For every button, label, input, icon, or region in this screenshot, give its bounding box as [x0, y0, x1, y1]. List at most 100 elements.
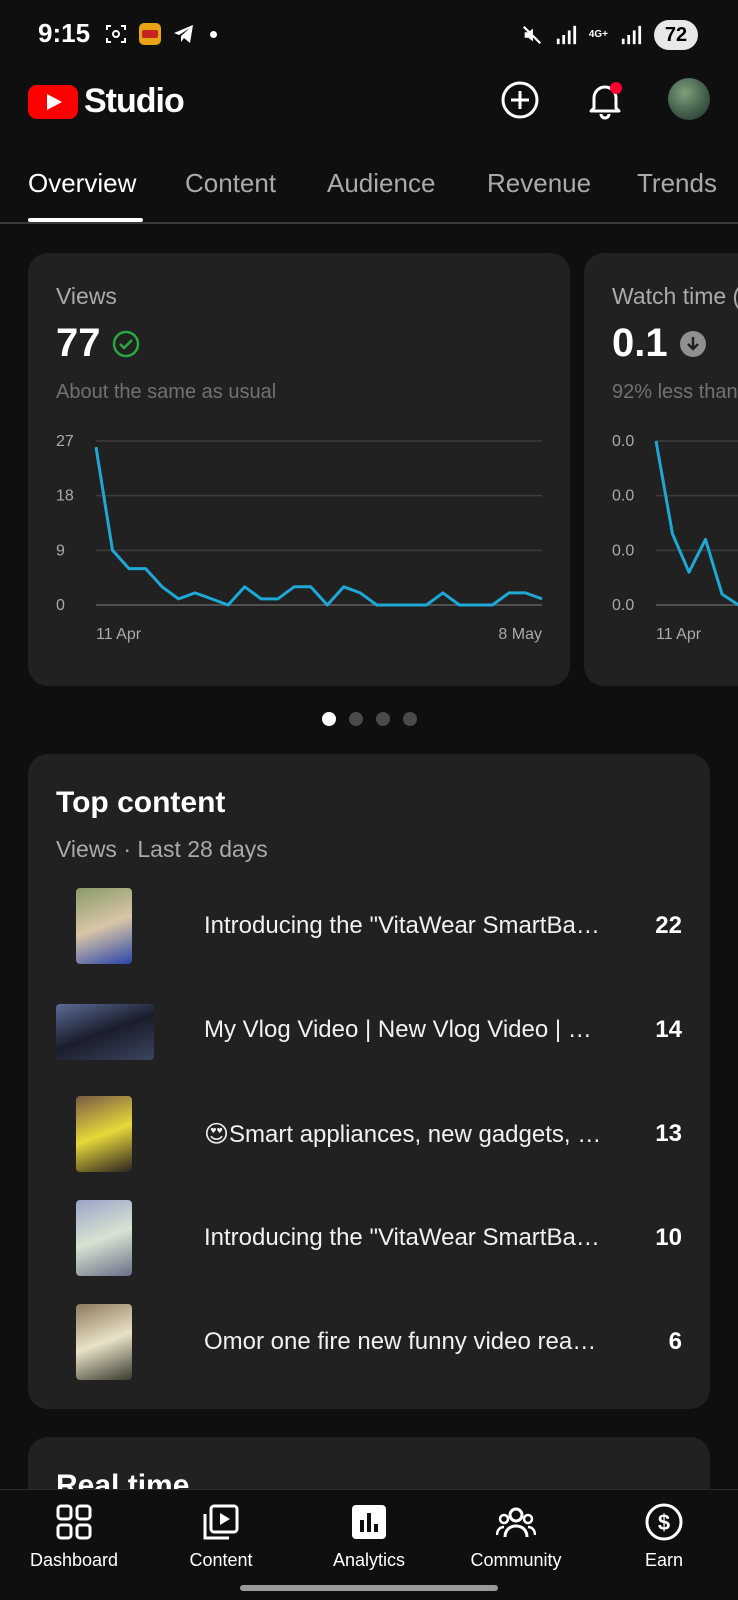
y-tick-label: 0 — [56, 597, 65, 614]
views-chart: 27 18 9 0 11 Apr 8 May — [56, 433, 543, 643]
nav-dashboard[interactable]: Dashboard — [4, 1502, 144, 1571]
metric-value: 77 — [56, 321, 101, 365]
x-tick-label-start: 11 Apr — [96, 626, 142, 643]
video-title: My Vlog Video | New Vlog Video | E… — [204, 1016, 604, 1043]
telegram-icon — [174, 25, 193, 43]
y-tick-label: 27 — [56, 433, 74, 450]
y-tick-label: 18 — [56, 488, 74, 505]
video-views: 6 — [668, 1328, 682, 1355]
y-tick-label: 0.0 — [612, 542, 634, 559]
metric-value: 0.1 — [612, 321, 668, 365]
nav-community[interactable]: Community — [446, 1502, 586, 1571]
pager-dot[interactable] — [348, 712, 363, 726]
tab-bar: Overview Content Audience Revenue Trends — [0, 150, 738, 224]
video-views: 13 — [655, 1120, 682, 1147]
video-title: Omor one fire new funny video reac… — [204, 1328, 604, 1355]
nav-earn[interactable]: $ Earn — [594, 1502, 734, 1571]
top-content-row[interactable]: My Vlog Video | New Vlog Video | E… 14 — [56, 992, 682, 1072]
metric-label: Views — [56, 283, 117, 309]
video-thumbnail — [56, 1004, 154, 1060]
network-type: 4G+ — [588, 29, 608, 40]
y-tick-label: 0.0 — [612, 433, 634, 450]
content-icon — [203, 1504, 239, 1540]
tab-revenue[interactable]: Revenue — [487, 168, 591, 199]
nav-label: Content — [189, 1550, 253, 1570]
top-content-row[interactable]: 😍Smart appliances, new gadgets, … 13 — [56, 1096, 682, 1176]
video-title: Introducing the "VitaWear SmartBa… — [204, 1224, 600, 1251]
video-thumbnail — [76, 1304, 132, 1380]
studio-logo[interactable]: Studio — [28, 82, 185, 121]
add-circle-icon — [501, 81, 539, 119]
pager-dot[interactable] — [375, 712, 390, 726]
bottom-navigation: Dashboard Content Analytics Community $ … — [0, 1489, 738, 1600]
pager-dot[interactable] — [402, 712, 417, 726]
series-line — [94, 446, 543, 607]
analytics-icon — [352, 1505, 386, 1539]
x-tick-label-end: 8 May — [498, 626, 542, 643]
active-tab-indicator — [28, 218, 143, 222]
app-icon — [139, 23, 161, 45]
watch-time-card[interactable]: Watch time (hours) 0.1 92% less than usu… — [584, 253, 738, 686]
top-content-card: Top content Views · Last 28 days Introdu… — [28, 754, 710, 1409]
tab-audience[interactable]: Audience — [327, 168, 435, 199]
create-button[interactable] — [498, 78, 542, 122]
arrow-down-circle-icon — [679, 330, 706, 357]
nav-label: Analytics — [332, 1550, 406, 1570]
tab-trends[interactable]: Trends — [637, 168, 717, 199]
video-thumbnail — [76, 888, 132, 964]
nav-label: Community — [470, 1550, 562, 1570]
video-views: 14 — [655, 1016, 682, 1043]
community-icon — [496, 1507, 536, 1538]
bell-icon — [589, 82, 622, 120]
y-tick-label: 0.0 — [612, 488, 634, 505]
series-line — [654, 440, 738, 607]
dashboard-icon — [56, 1504, 92, 1540]
earn-icon: $ — [645, 1503, 683, 1541]
tab-overview[interactable]: Overview — [28, 168, 136, 199]
video-views: 10 — [655, 1224, 682, 1251]
youtube-play-icon — [28, 84, 78, 119]
pager-dot[interactable] — [321, 712, 336, 726]
tab-content[interactable]: Content — [185, 168, 276, 199]
video-title: Introducing the "VitaWear SmartBa… — [204, 912, 600, 939]
watch-time-chart: 0.0 0.0 0.0 0.0 11 Apr — [612, 433, 738, 643]
metric-value-row: 0.1 — [612, 321, 708, 366]
status-bar: 9:15 4G+ 72 — [0, 0, 738, 70]
status-time: 9:15 — [38, 18, 91, 48]
nav-label: Dashboard — [29, 1550, 119, 1570]
y-tick-label: 9 — [56, 542, 65, 559]
video-thumbnail — [76, 1096, 132, 1172]
status-right-icons: 4G+ 72 — [521, 20, 698, 50]
video-views: 22 — [655, 912, 682, 939]
signal-icon — [556, 25, 576, 45]
top-content-row[interactable]: Introducing the "VitaWear SmartBa… 22 — [56, 888, 682, 968]
nav-analytics[interactable]: Analytics — [299, 1502, 439, 1571]
metric-value-row: 77 — [56, 321, 141, 366]
mute-icon — [522, 25, 541, 45]
top-content-row[interactable]: Introducing the "VitaWear SmartBa… 10 — [56, 1200, 682, 1280]
home-indicator[interactable] — [240, 1585, 498, 1591]
x-tick-label-start: 11 Apr — [656, 626, 702, 643]
video-title: 😍Smart appliances, new gadgets, … — [204, 1121, 602, 1148]
svg-text:$: $ — [658, 1510, 670, 1535]
top-content-row[interactable]: Omor one fire new funny video reac… 6 — [56, 1304, 682, 1384]
top-content-title: Top content — [56, 786, 226, 819]
logo-text: Studio — [84, 82, 185, 120]
nav-content[interactable]: Content — [151, 1502, 291, 1571]
notification-dot — [210, 30, 217, 38]
metric-comparison: About the same as usual — [56, 381, 277, 403]
signal-icon-2 — [621, 25, 642, 45]
battery-indicator: 72 — [654, 20, 698, 50]
notifications-button[interactable] — [583, 78, 627, 122]
screenshot-icon — [106, 25, 126, 43]
metric-comparison: 92% less than usual — [612, 381, 738, 403]
metric-label: Watch time (hours) — [612, 283, 738, 309]
top-content-subtitle: Views · Last 28 days — [56, 836, 268, 862]
y-tick-label: 0.0 — [612, 597, 634, 614]
status-left-icons — [104, 22, 217, 46]
carousel-pager — [0, 712, 738, 726]
avatar[interactable] — [668, 78, 710, 120]
app-header: Studio — [0, 70, 738, 134]
check-circle-icon — [112, 330, 139, 357]
views-card[interactable]: Views 77 About the same as usual 27 18 9 0 1… — [28, 253, 570, 686]
